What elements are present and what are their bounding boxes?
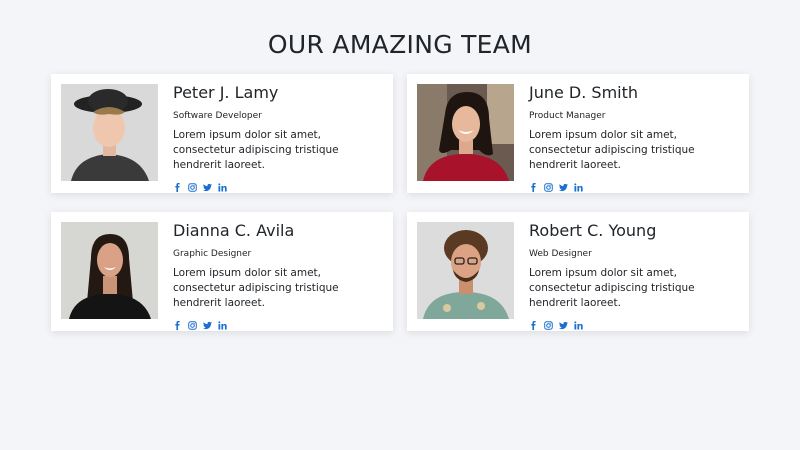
team-card-robert: Robert C. Young Web Designer Lorem ipsum… [407,212,749,331]
team-card-peter: Peter J. Lamy Software Developer Lorem i… [51,74,393,193]
team-grid: Peter J. Lamy Software Developer Lorem i… [51,74,749,331]
linkedin-icon[interactable] [218,320,227,330]
instagram-icon[interactable] [188,182,197,192]
twitter-icon[interactable] [559,320,568,330]
twitter-icon[interactable] [203,182,212,192]
social-links [173,182,385,192]
team-member-photo [61,84,158,181]
facebook-icon[interactable] [173,320,182,330]
page-title: OUR AMAZING TEAM [267,30,533,59]
social-links [173,320,385,330]
facebook-icon[interactable] [529,320,538,330]
team-member-photo [61,222,158,319]
team-card-dianna: Dianna C. Avila Graphic Designer Lorem i… [51,212,393,331]
instagram-icon[interactable] [544,320,553,330]
linkedin-icon[interactable] [218,182,227,192]
linkedin-icon[interactable] [574,320,583,330]
member-role: Product Manager [529,111,606,121]
twitter-icon[interactable] [559,182,568,192]
instagram-icon[interactable] [544,182,553,192]
member-description: Lorem ipsum dolor sit amet, consectetur … [173,267,339,309]
facebook-icon[interactable] [529,182,538,192]
facebook-icon[interactable] [173,182,182,192]
team-member-photo [417,222,514,319]
member-description: Lorem ipsum dolor sit amet, consectetur … [173,129,339,171]
team-card-june: June D. Smith Product Manager Lorem ipsu… [407,74,749,193]
linkedin-icon[interactable] [574,182,583,192]
member-name: June D. Smith [529,83,639,102]
member-description: Lorem ipsum dolor sit amet, consectetur … [529,267,695,309]
twitter-icon[interactable] [203,320,212,330]
member-name: Dianna C. Avila [173,221,295,240]
member-description: Lorem ipsum dolor sit amet, consectetur … [529,129,695,171]
member-role: Software Developer [173,111,262,121]
team-member-photo [417,84,514,181]
member-name: Robert C. Young [529,221,657,240]
social-links [529,320,741,330]
member-role: Web Designer [529,249,592,259]
instagram-icon[interactable] [188,320,197,330]
social-links [529,182,741,192]
member-role: Graphic Designer [173,249,252,259]
member-name: Peter J. Lamy [173,83,279,102]
